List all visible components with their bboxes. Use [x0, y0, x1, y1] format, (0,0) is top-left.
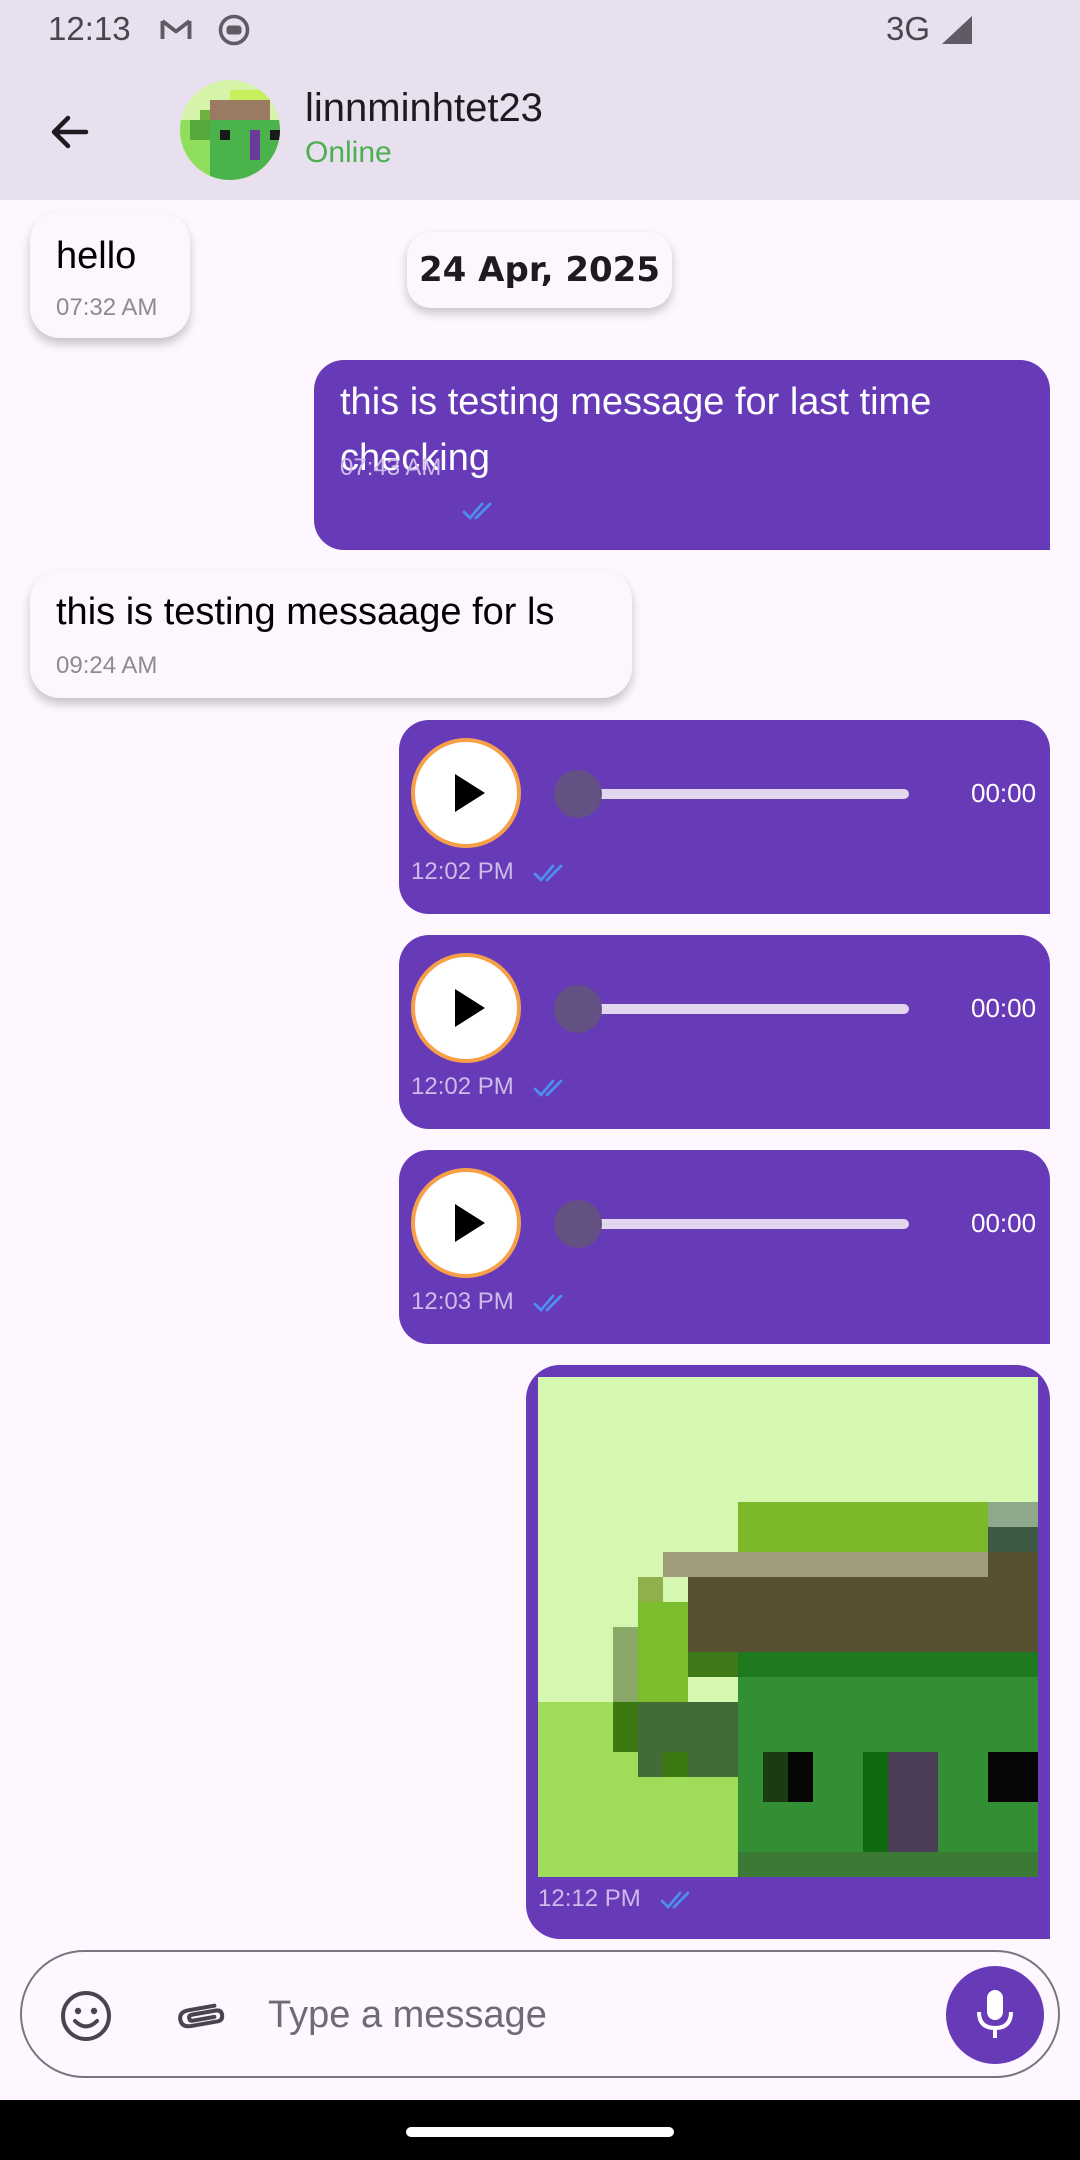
message-text: hello: [56, 235, 137, 277]
message-text-line-1: this is testing message for last time: [340, 381, 932, 423]
message-time: 07:43 AM: [340, 454, 442, 481]
audio-seek-track[interactable]: [559, 1004, 909, 1014]
play-icon: [455, 989, 485, 1027]
gmail-icon: [160, 19, 192, 39]
attach-icon[interactable]: [172, 1986, 232, 2046]
audio-seek-thumb[interactable]: [554, 1200, 602, 1248]
status-time: 12:13: [48, 10, 131, 47]
read-receipt-icon: [462, 502, 492, 521]
message-outgoing[interactable]: this is testing message for last time ch…: [314, 360, 1050, 550]
message-text: this is testing messaage for ls: [56, 591, 555, 633]
audio-seek-track[interactable]: [559, 789, 909, 799]
read-receipt-icon: [533, 1294, 563, 1313]
mic-button[interactable]: [946, 1966, 1044, 2064]
chat-app-bar: linnminhtet23 Online: [0, 62, 1080, 200]
message-time: 12:12 PM: [538, 1885, 641, 1912]
read-receipt-icon: [533, 864, 563, 883]
message-composer: [20, 1950, 1060, 2078]
home-gesture-handle[interactable]: [406, 2127, 674, 2137]
message-incoming[interactable]: hello 07:32 AM: [30, 212, 190, 338]
app-notification-icon: [218, 14, 250, 46]
play-button[interactable]: [411, 1168, 521, 1278]
voice-message[interactable]: 00:00 12:03 PM: [399, 1150, 1050, 1344]
image-message[interactable]: 12:12 PM: [526, 1365, 1050, 1939]
message-time: 12:02 PM: [411, 1073, 514, 1100]
date-separator: 24 Apr, 2025: [407, 232, 672, 308]
contact-name: linnminhtet23: [305, 86, 543, 130]
arrow-back-icon[interactable]: [36, 98, 104, 166]
play-button[interactable]: [411, 953, 521, 1063]
voice-message[interactable]: 00:00 12:02 PM: [399, 720, 1050, 914]
system-nav-bar: [0, 2100, 1080, 2160]
avatar[interactable]: [180, 80, 280, 180]
network-type: 3G: [886, 10, 931, 47]
emoji-icon[interactable]: [56, 1986, 116, 2046]
message-time: 09:24 AM: [56, 652, 158, 679]
audio-duration: 00:00: [971, 993, 1037, 1023]
play-icon: [455, 1204, 485, 1242]
online-status: Online: [305, 136, 392, 169]
read-receipt-icon: [660, 1891, 690, 1910]
message-input[interactable]: [266, 1976, 906, 2054]
message-time: 12:03 PM: [411, 1288, 514, 1315]
signal-icon: [942, 16, 972, 44]
audio-seek-track[interactable]: [559, 1219, 909, 1229]
audio-duration: 00:00: [971, 1208, 1037, 1238]
audio-seek-thumb[interactable]: [554, 985, 602, 1033]
message-time: 12:02 PM: [411, 858, 514, 885]
read-receipt-icon: [533, 1079, 563, 1098]
audio-duration: 00:00: [971, 778, 1037, 808]
message-incoming[interactable]: this is testing messaage for ls 09:24 AM: [30, 570, 632, 698]
message-time: 07:32 AM: [56, 294, 158, 321]
status-bar: 12:13 3G: [0, 0, 1080, 62]
play-button[interactable]: [411, 738, 521, 848]
voice-message[interactable]: 00:00 12:02 PM: [399, 935, 1050, 1129]
play-icon: [455, 774, 485, 812]
shared-image[interactable]: [538, 1377, 1038, 1877]
audio-seek-thumb[interactable]: [554, 770, 602, 818]
message-list[interactable]: hello 07:32 AM 24 Apr, 2025 this is test…: [0, 200, 1080, 1950]
mic-icon: [977, 1990, 1013, 2038]
